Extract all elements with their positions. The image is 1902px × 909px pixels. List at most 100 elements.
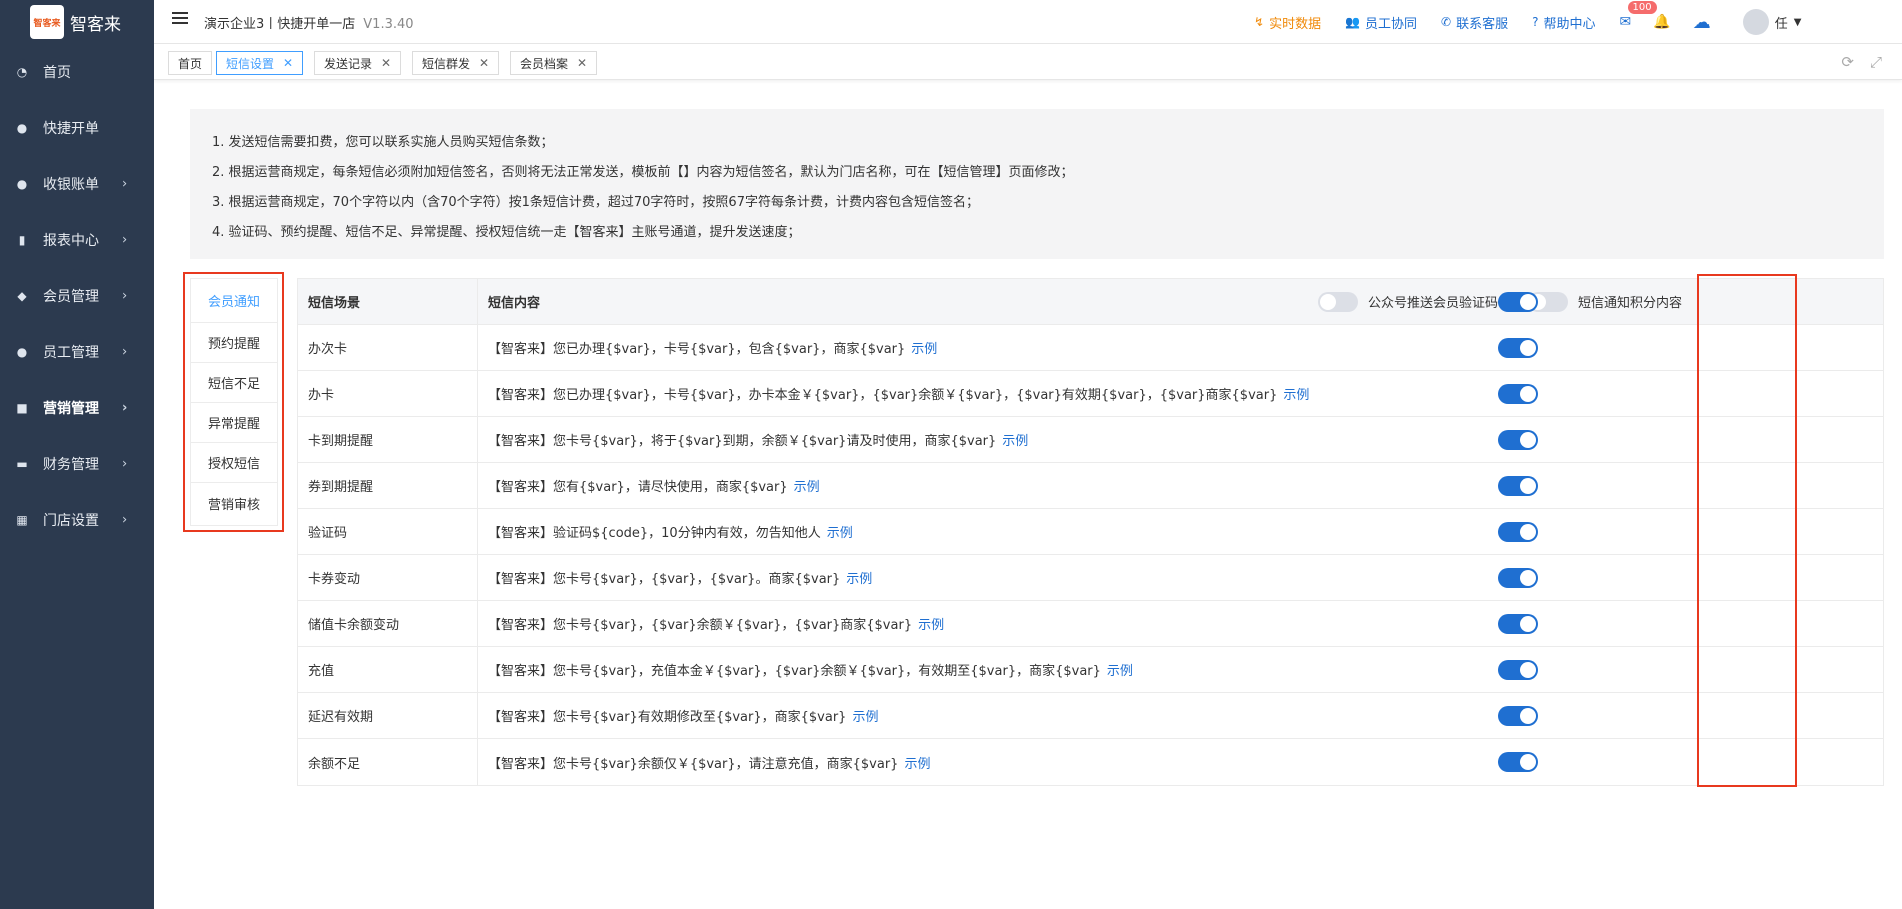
menu-toggle-icon[interactable] <box>172 12 188 26</box>
example-link[interactable]: 示例 <box>1002 430 1028 449</box>
user-menu[interactable]: 任 ▼ <box>1742 9 1801 35</box>
col-content-header: 短信内容 公众号推送会员验证码 短信通知积分内容 <box>478 279 1883 324</box>
briefcase-icon: ■ <box>16 401 28 415</box>
cloud-icon[interactable]: ☁ <box>1693 12 1711 33</box>
notice-line: 2. 根据运营商规定，每条短信必须附加短信签名，否则将无法正常发送，模板前【】内… <box>212 165 1074 180</box>
sidebar-item-6[interactable]: ■ 营销管理 › <box>0 380 154 436</box>
example-link[interactable]: 示例 <box>918 614 944 633</box>
sidebar: 智客来 智客来 ◔ 首页 ● 快捷开单 ● 收银账单 › ▮ 报表中心 › ◆ 会员管理 › ● 员工管理 ›… <box>0 0 154 909</box>
trend-icon: ↯ <box>1254 15 1265 29</box>
bell-icon[interactable]: 🔔 <box>1653 14 1670 30</box>
sidebar-item-0[interactable]: ◔ 首页 <box>0 44 154 100</box>
example-link[interactable]: 示例 <box>911 338 937 357</box>
row-toggle-switch[interactable] <box>1498 752 1538 772</box>
chevron-right-icon: › <box>122 456 128 472</box>
diamond-icon: ◆ <box>17 289 27 303</box>
tab-bar: 首页 短信设置 ✕ 发送记录 ✕ 短信群发 ✕ 会员档案 ✕ ⟳ ⤢ <box>154 44 1902 80</box>
chevron-right-icon: › <box>122 344 128 360</box>
sms-template-table: 短信场景 短信内容 公众号推送会员验证码 短信通知积分内容 办次卡 【智客来】您已办理{$… <box>297 278 1884 786</box>
row-toggle-switch[interactable] <box>1498 383 1538 404</box>
header-toggle-label: 短信通知积分内容 <box>1578 296 1683 311</box>
row-content: 【智客来】您卡号{$var}，充值本金￥{$var}，{$var}余额￥{$va… <box>478 647 1883 692</box>
sidebar-item-5[interactable]: ● 员工管理 › <box>0 324 154 380</box>
row-content-text: 【智客来】您卡号{$var}，{$var}，{$var}。商家{$var} <box>488 572 841 587</box>
header-link-1[interactable]: 👥 员工协同 <box>1345 13 1417 32</box>
close-icon[interactable]: ✕ <box>479 56 489 70</box>
table-row: 办卡 【智客来】您已办理{$var}，卡号{$var}，办卡本金￥{$var}，{… <box>298 371 1883 417</box>
chevron-right-icon: › <box>122 176 128 192</box>
example-link[interactable]: 示例 <box>846 568 872 587</box>
row-toggle-switch[interactable] <box>1498 705 1538 726</box>
example-link[interactable]: 示例 <box>904 753 930 772</box>
subtab-5[interactable]: 营销审核 <box>191 483 277 523</box>
tab-1[interactable]: 短信设置 ✕ <box>216 51 304 75</box>
sidebar-item-3[interactable]: ▮ 报表中心 › <box>0 212 154 268</box>
row-content-text: 【智客来】您卡号{$var}，{$var}余额￥{$var}，{$var}商家{… <box>488 618 913 633</box>
sidebar-item-8[interactable]: ▦ 门店设置 › <box>0 492 154 548</box>
row-toggle-switch[interactable] <box>1498 613 1538 634</box>
example-link[interactable]: 示例 <box>852 706 878 725</box>
example-link[interactable]: 示例 <box>1107 660 1133 679</box>
table-header: 短信场景 短信内容 公众号推送会员验证码 短信通知积分内容 <box>298 279 1883 325</box>
header-link-0[interactable]: ↯ 实时数据 <box>1254 13 1321 32</box>
money-bag-icon: ● <box>16 121 28 135</box>
fullscreen-icon[interactable]: ⤢ <box>1870 53 1882 71</box>
sidebar-item-7[interactable]: ▬ 财务管理 › <box>0 436 154 492</box>
close-icon[interactable]: ✕ <box>283 56 293 70</box>
example-link[interactable]: 示例 <box>1283 384 1309 403</box>
row-toggle-switch[interactable] <box>1498 475 1538 496</box>
table-row: 储值卡余额变动 【智客来】您卡号{$var}，{$var}余额￥{$var}，{$… <box>298 601 1883 647</box>
chevron-right-icon: › <box>122 512 128 528</box>
header-link-2[interactable]: ✆ 联系客服 <box>1441 13 1508 32</box>
logo-mark-icon: 智客来 <box>30 5 64 39</box>
subtab-3[interactable]: 异常提醒 <box>191 403 277 443</box>
example-link[interactable]: 示例 <box>794 476 820 495</box>
sidebar-item-1[interactable]: ● 快捷开单 <box>0 100 154 156</box>
row-toggle-switch[interactable] <box>1498 521 1538 542</box>
help-icon: ? <box>1532 15 1539 29</box>
company-name: 演示企业3丨快捷开单一店 <box>204 17 356 32</box>
toggle-switch[interactable] <box>1318 291 1358 312</box>
sidebar-item-label: 快捷开单 <box>43 121 99 137</box>
header-link-label: 联系客服 <box>1456 16 1509 32</box>
row-content-text: 【智客来】您卡号{$var}有效期修改至{$var}，商家{$var} <box>488 710 847 725</box>
sidebar-item-2[interactable]: ● 收银账单 › <box>0 156 154 212</box>
tab-label: 短信设置 <box>226 56 275 71</box>
row-toggle-switch[interactable] <box>1498 337 1538 358</box>
tab-2[interactable]: 发送记录 ✕ <box>314 51 402 75</box>
row-scene: 验证码 <box>298 509 478 554</box>
mail-icon[interactable]: ✉ 100 <box>1620 1 1657 30</box>
refresh-icon[interactable]: ⟳ <box>1841 53 1854 71</box>
row-content: 【智客来】您卡号{$var}余额仅￥{$var}，请注意充值，商家{$var} 示… <box>478 739 1883 785</box>
subtab-2[interactable]: 短信不足 <box>191 363 277 403</box>
row-toggle-switch[interactable] <box>1498 567 1538 588</box>
subtab-0[interactable]: 会员通知 <box>191 279 277 323</box>
row-content: 【智客来】验证码${code}，10分钟内有效，勿告知他人 示例 <box>478 509 1883 554</box>
mail-badge: 100 <box>1627 1 1657 14</box>
tab-4[interactable]: 会员档案 ✕ <box>510 51 598 75</box>
avatar <box>1742 9 1769 35</box>
header-toggle-0: 公众号推送会员验证码 <box>1318 291 1498 312</box>
tab-label: 首页 <box>178 56 203 71</box>
row-content: 【智客来】您已办理{$var}，卡号{$var}，包含{$var}，商家{$va… <box>478 325 1883 370</box>
table-row: 卡券变动 【智客来】您卡号{$var}，{$var}，{$var}。商家{$var… <box>298 555 1883 601</box>
example-link[interactable]: 示例 <box>827 522 853 541</box>
logo[interactable]: 智客来 智客来 <box>0 0 154 44</box>
header-link-label: 帮助中心 <box>1543 16 1596 32</box>
header-link-3[interactable]: ? 帮助中心 <box>1532 13 1595 32</box>
close-icon[interactable]: ✕ <box>381 56 391 70</box>
notice-line: 4. 验证码、预约提醒、短信不足、异常提醒、授权短信统一走【智客来】主账号通道，… <box>212 225 801 240</box>
row-toggle-switch[interactable] <box>1498 429 1538 450</box>
dashboard-icon: ◔ <box>16 65 28 79</box>
subtab-4[interactable]: 授权短信 <box>191 443 277 483</box>
row-content: 【智客来】您卡号{$var}，将于{$var}到期，余额￥{$var}请及时使用… <box>478 417 1883 462</box>
tab-3[interactable]: 短信群发 ✕ <box>412 51 500 75</box>
close-icon[interactable]: ✕ <box>577 56 587 70</box>
sidebar-item-4[interactable]: ◆ 会员管理 › <box>0 268 154 324</box>
tab-0[interactable]: 首页 <box>168 51 213 75</box>
subtab-1[interactable]: 预约提醒 <box>191 323 277 363</box>
master-toggle-switch[interactable] <box>1498 291 1538 312</box>
row-scene: 办次卡 <box>298 325 478 370</box>
row-toggle-switch[interactable] <box>1498 659 1538 680</box>
row-scene: 延迟有效期 <box>298 693 478 738</box>
